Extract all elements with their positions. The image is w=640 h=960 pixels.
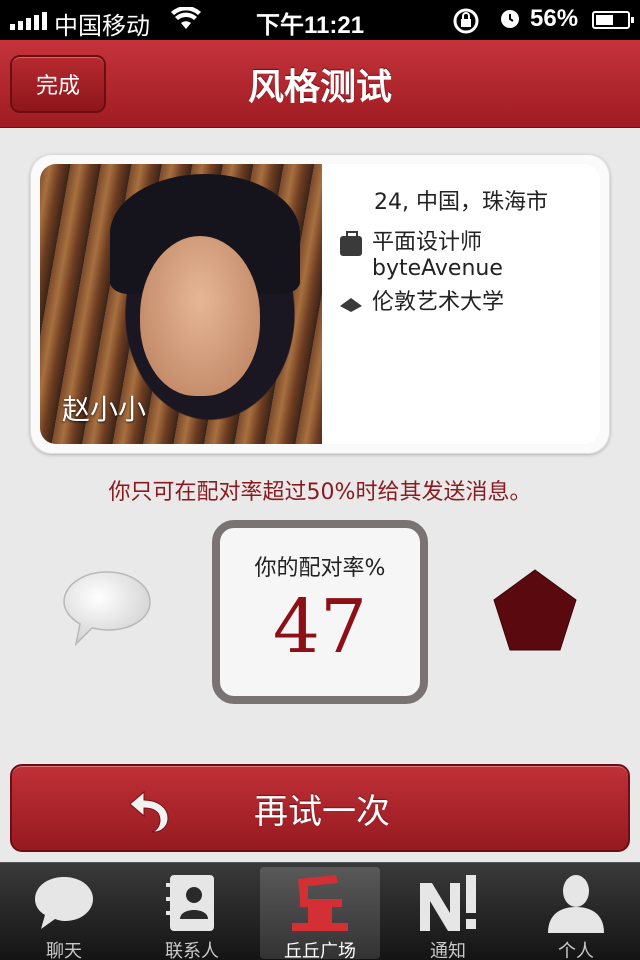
profile-job: 平面设计师: [372, 230, 483, 255]
tab-qiu-plaza[interactable]: 丘丘广场: [260, 867, 380, 960]
done-button[interactable]: 完成: [10, 55, 106, 113]
retry-label: 再试一次: [254, 791, 390, 832]
tab-contacts[interactable]: 联系人: [132, 867, 252, 960]
match-rate-box: 你的配对率% 47: [212, 520, 428, 704]
tab-notifications-label: 通知: [430, 941, 466, 960]
match-rate-value: 47: [272, 584, 368, 670]
profile-info: 24, 中国，珠海市 平面设计师 byteAvenue 伦敦艺术大学: [322, 164, 600, 444]
graduation-cap-icon: [340, 296, 362, 316]
rotation-lock-icon: [453, 8, 479, 34]
tab-contacts-label: 联系人: [165, 941, 219, 960]
profile-name: 赵小小: [62, 393, 147, 426]
profile-job-row: 平面设计师 byteAvenue: [340, 230, 503, 282]
briefcase-icon: [340, 231, 362, 256]
profile-school: 伦敦艺术大学: [372, 290, 505, 315]
tab-chat-label: 聊天: [46, 941, 82, 960]
chat-bubble-icon[interactable]: [62, 568, 152, 648]
profile-school-row: 伦敦艺术大学: [340, 290, 504, 316]
tab-notifications[interactable]: 通知: [388, 867, 508, 960]
navigation-bar: 风格测试 完成: [0, 40, 640, 128]
match-rate-label: 你的配对率%: [254, 556, 386, 581]
qiu-plaza-icon: [292, 875, 348, 931]
profile-location: 24, 中国，珠海市: [374, 190, 548, 215]
notification-icon: [420, 875, 476, 931]
carrier-name: 中国移动: [54, 13, 150, 40]
chat-icon: [35, 877, 93, 929]
photo-face: [140, 236, 260, 396]
tab-chat[interactable]: 聊天: [4, 867, 124, 960]
battery-icon: [592, 11, 634, 29]
contacts-icon: [166, 875, 214, 931]
status-bar: 中国移动 下午11:21 56%: [0, 0, 640, 40]
profile-card[interactable]: 赵小小 24, 中国，珠海市 平面设计师 byteAvenue 伦敦艺术大学: [30, 154, 610, 454]
profile-photo: 赵小小: [40, 164, 322, 444]
retry-button[interactable]: 再试一次: [10, 764, 630, 852]
tab-profile-label: 个人: [558, 941, 594, 960]
person-icon: [548, 875, 604, 933]
signal-icon: [10, 12, 47, 30]
tab-profile[interactable]: 个人: [516, 867, 636, 960]
match-notice: 你只可在配对率超过50%时给其发送消息。: [108, 480, 532, 505]
tab-qiu-plaza-label: 丘丘广场: [284, 941, 356, 960]
tab-bar: 聊天 联系人 丘丘广场 通知 个人: [0, 862, 640, 960]
profile-company: byteAvenue: [372, 256, 503, 281]
alarm-icon: [501, 10, 519, 28]
battery-percentage: 56%: [530, 5, 579, 32]
pentagon-icon[interactable]: [492, 568, 578, 652]
wifi-icon: [171, 7, 201, 29]
status-time: 下午11:21: [256, 12, 365, 39]
